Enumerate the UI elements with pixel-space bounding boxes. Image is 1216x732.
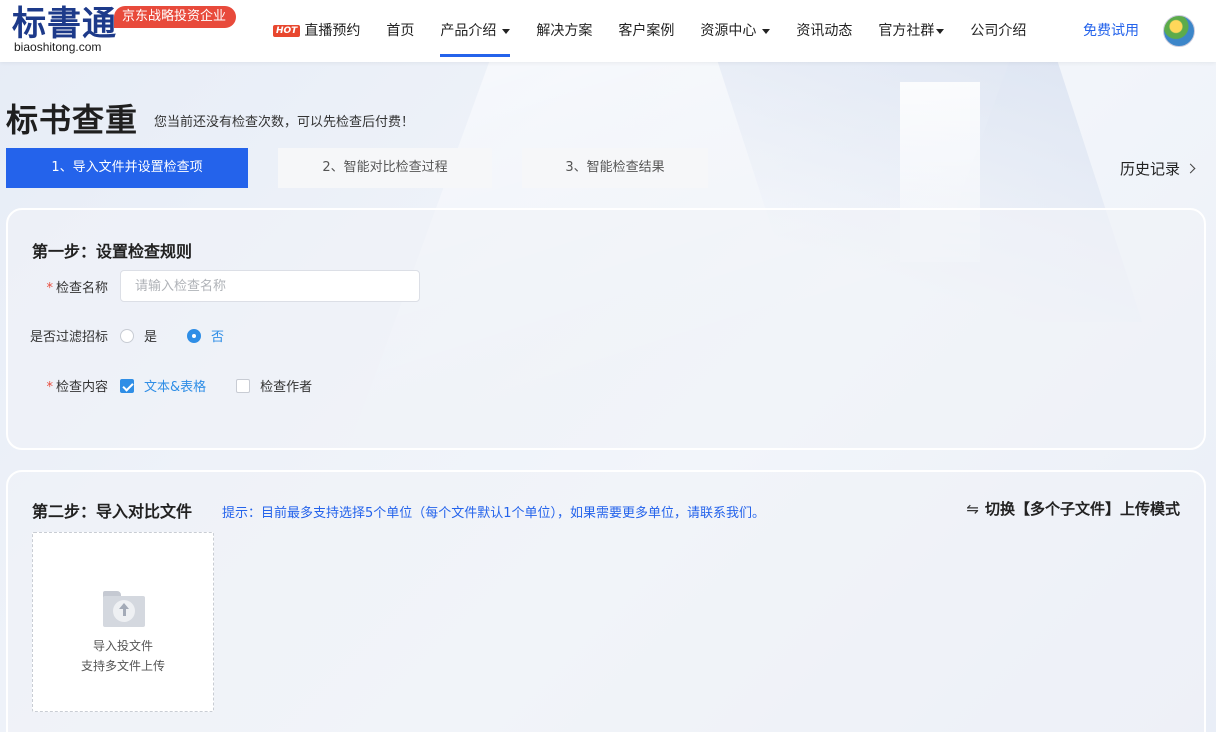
nav-item-products[interactable]: 产品介绍 — [427, 0, 523, 62]
nav-item-about[interactable]: 公司介绍 — [957, 0, 1039, 62]
logo[interactable]: 标書通 biaoshitong.com — [12, 4, 122, 58]
filter-yes-radio[interactable]: 是 — [120, 326, 157, 345]
history-label: 历史记录 — [1120, 160, 1181, 178]
nav-item-home[interactable]: 首页 — [373, 0, 427, 62]
caret-down-icon — [762, 28, 771, 34]
investment-badge: 京东战略投资企业 — [114, 6, 237, 28]
step-tab-compare[interactable]: 2、智能对比检查过程 — [278, 148, 492, 188]
step-tab-result[interactable]: 3、智能检查结果 — [522, 148, 708, 188]
nav-item-community[interactable]: 官方社群 — [865, 0, 957, 62]
nav-item-live[interactable]: HOT 直播预约 — [260, 0, 373, 62]
nav-item-cases[interactable]: 客户案例 — [605, 0, 687, 62]
logo-domain: biaoshitong.com — [14, 40, 102, 54]
top-header: 标書通 biaoshitong.com 京东战略投资企业 HOT 直播预约 首页… — [0, 0, 1216, 62]
nav-label: 产品介绍 — [440, 23, 497, 39]
page-tip: 您当前还没有检查次数，可以先检查后付费！ — [154, 115, 415, 130]
swap-icon: ⇋ — [966, 499, 979, 518]
nav-label: 客户案例 — [618, 23, 675, 39]
logo-text: 标書通 — [12, 4, 117, 44]
step2-tip: 提示：目前最多支持选择5个单位（每个文件默认1个单位），如果需要更多单位，请联系… — [222, 506, 766, 521]
check-name-input[interactable] — [120, 270, 420, 302]
nav-label: 官方社群 — [878, 23, 935, 39]
nav-label: 解决方案 — [536, 23, 593, 39]
caret-down-icon — [502, 28, 511, 34]
content-row: * 检查内容 文本&表格 检查作者 — [8, 376, 342, 395]
nav-item-news[interactable]: 资讯动态 — [783, 0, 865, 62]
nav-label: 资讯动态 — [796, 23, 853, 39]
upload-title: 导入投文件 — [92, 639, 153, 653]
nav-label: 公司介绍 — [970, 23, 1027, 39]
avatar[interactable] — [1163, 15, 1195, 47]
nav-item-solutions[interactable]: 解决方案 — [523, 0, 605, 62]
main-nav: HOT 直播预约 首页 产品介绍 解决方案 客户案例 资源中心 资讯动态 官方社… — [260, 0, 1039, 62]
nav-item-resources[interactable]: 资源中心 — [687, 0, 783, 62]
step1-card: 第一步：设置检查规则 *检查名称 是否过滤招标 是 否 *检查内容 文本&表格 … — [6, 208, 1206, 450]
hot-badge: HOT — [273, 25, 301, 37]
free-trial-link[interactable]: 免费试用 — [1083, 20, 1139, 40]
history-link[interactable]: 历史记录 — [1120, 158, 1196, 179]
caret-down-icon — [936, 28, 945, 34]
step2-title: 第二步：导入对比文件 — [32, 502, 193, 521]
step2-card: 第二步：导入对比文件 提示：目前最多支持选择5个单位（每个文件默认1个单位），如… — [6, 470, 1206, 732]
name-row: * 检查名称 — [8, 270, 420, 302]
chevron-right-icon — [1185, 163, 1196, 174]
upload-dropzone[interactable]: 导入投文件 支持多文件上传 — [32, 532, 214, 712]
name-label: * 检查名称 — [46, 280, 108, 296]
filter-row: 是否过滤招标 是 否 — [8, 326, 254, 345]
content-label: * 检查内容 — [46, 380, 108, 395]
nav-label: 首页 — [386, 23, 415, 39]
nav-label: 资源中心 — [700, 23, 757, 39]
upload-hint: 支持多文件上传 — [80, 659, 165, 673]
nav-label: 直播预约 — [304, 23, 361, 39]
switch-mode-label: 切换【多个子文件】上传模式 — [984, 500, 1180, 518]
author-checkbox[interactable]: 检查作者 — [236, 376, 312, 395]
filter-no-radio[interactable]: 否 — [187, 326, 224, 345]
step-tab-import[interactable]: 1、导入文件并设置检查项 — [6, 148, 248, 188]
page-title: 标书查重 — [6, 101, 139, 139]
filter-label: 是否过滤招标 — [29, 330, 108, 345]
switch-upload-mode-button[interactable]: ⇋ 切换【多个子文件】上传模式 — [966, 498, 1180, 519]
step1-title: 第一步：设置检查规则 — [32, 242, 193, 261]
text-table-checkbox[interactable]: 文本&表格 — [120, 376, 206, 395]
folder-upload-icon — [103, 591, 145, 627]
